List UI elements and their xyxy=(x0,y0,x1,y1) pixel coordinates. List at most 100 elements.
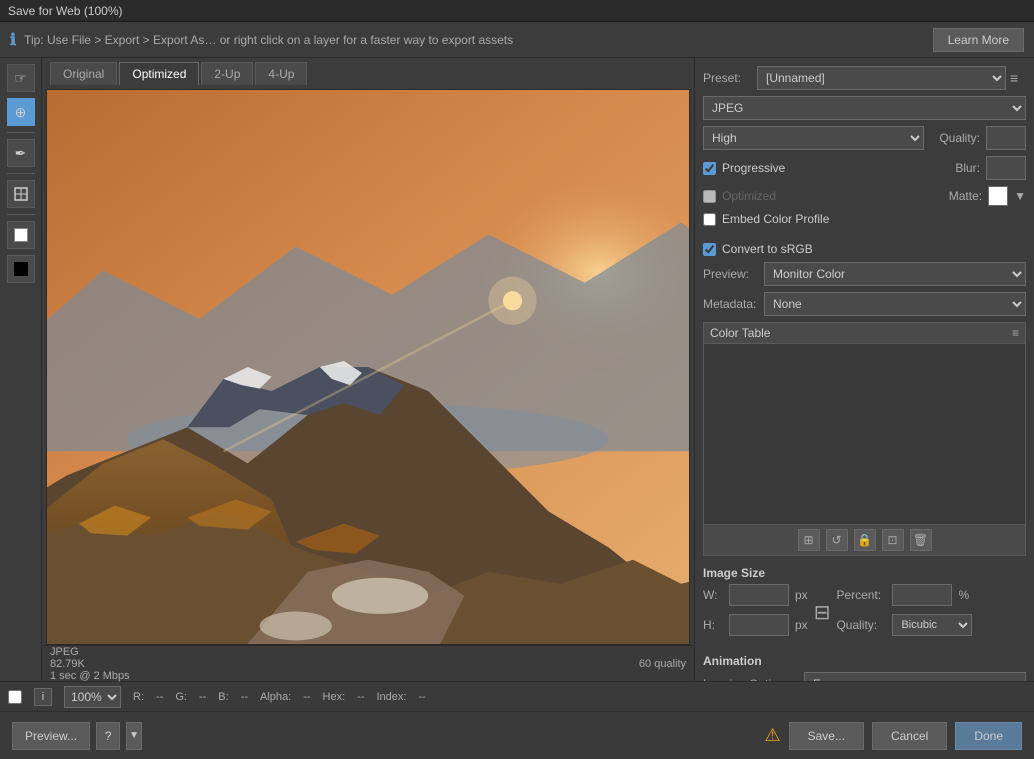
metadata-select[interactable]: None xyxy=(764,292,1026,316)
looping-row: Looping Options: Forever xyxy=(703,672,1026,681)
alpha-label: Alpha: xyxy=(260,691,291,703)
optimized-checkbox[interactable] xyxy=(703,190,716,203)
optimized-matte-row: Optimized Matte: ▼ xyxy=(703,186,1026,206)
save-button[interactable]: Save... xyxy=(789,722,864,750)
ct-add-btn[interactable]: ⊡ xyxy=(882,529,904,551)
r-value: -- xyxy=(156,691,163,703)
matte-color-swatch[interactable] xyxy=(988,186,1008,206)
preset-select[interactable]: [Unnamed] xyxy=(757,66,1006,90)
tab-2up[interactable]: 2-Up xyxy=(201,62,253,85)
metadata-label: Metadata: xyxy=(703,297,758,311)
help-button[interactable]: ? xyxy=(96,722,120,750)
progressive-label: Progressive xyxy=(722,161,785,175)
blur-label: Blur: xyxy=(950,161,980,175)
preview-checkbox[interactable] xyxy=(8,690,22,704)
canvas-image xyxy=(47,90,689,644)
tab-4up[interactable]: 4-Up xyxy=(255,62,307,85)
eyedropper-tool[interactable]: ✒ xyxy=(7,139,35,167)
preview-select[interactable]: Monitor Color xyxy=(764,262,1026,286)
preview-button[interactable]: Preview... xyxy=(12,722,90,750)
blur-input[interactable]: 0 xyxy=(986,156,1026,180)
slice-tool[interactable] xyxy=(7,180,35,208)
percent-label: Percent: xyxy=(836,588,886,602)
percent-row: Percent: 100 % xyxy=(836,584,972,606)
height-row: H: 423 px xyxy=(703,614,808,636)
index-value: -- xyxy=(418,691,425,703)
looping-select[interactable]: Forever xyxy=(804,672,1026,681)
zoom-tool[interactable]: ⊕ xyxy=(7,98,35,126)
hand-tool[interactable]: ☞ xyxy=(7,64,35,92)
link-icon[interactable]: ⊟ xyxy=(814,600,831,625)
width-row: W: 860 px xyxy=(703,584,808,606)
metadata-row: Metadata: None xyxy=(703,292,1026,316)
preset-row: Preset: [Unnamed] ≡ xyxy=(703,66,1026,90)
preset-menu-icon[interactable]: ≡ xyxy=(1010,70,1026,86)
ct-grid-btn[interactable]: ⊞ xyxy=(798,529,820,551)
ct-refresh-btn[interactable]: ↺ xyxy=(826,529,848,551)
tip-bar: ℹ Tip: Use File > Export > Export As… or… xyxy=(0,22,1034,58)
height-label: H: xyxy=(703,618,723,632)
tool-divider-3 xyxy=(7,214,35,215)
tab-optimized[interactable]: Optimized xyxy=(119,62,199,85)
width-unit: px xyxy=(795,588,808,602)
color-table-header: Color Table ≡ xyxy=(704,323,1025,344)
color-table-section: Color Table ≡ ⊞ ↺ 🔒 ⊡ 🗑 xyxy=(703,322,1026,556)
quality-label: Quality: xyxy=(930,131,980,145)
ct-delete-btn[interactable]: 🗑 xyxy=(910,529,932,551)
quality-size-row: Quality: Bicubic xyxy=(836,614,972,636)
status-bar: i 100% R: -- G: -- B: -- Alpha: -- Hex: … xyxy=(0,681,1034,711)
toggle-tool[interactable] xyxy=(7,221,35,249)
zoom-select[interactable]: 100% xyxy=(64,686,121,708)
info-icon: ℹ xyxy=(10,30,16,50)
left-toolbar: ☞ ⊕ ✒ xyxy=(0,58,42,681)
preview-icon: i xyxy=(34,688,52,706)
matte-dropdown-icon[interactable]: ▼ xyxy=(1014,189,1026,203)
progressive-checkbox[interactable] xyxy=(703,162,716,175)
preset-label: Preset: xyxy=(703,71,753,85)
embed-color-label: Embed Color Profile xyxy=(722,212,829,226)
title-bar: Save for Web (100%) xyxy=(0,0,1034,22)
height-input[interactable]: 423 xyxy=(729,614,789,636)
preview-dropdown-button[interactable]: ▼ xyxy=(126,722,142,750)
g-value: -- xyxy=(199,691,206,703)
image-info-left: JPEG 82.79K 1 sec @ 2 Mbps xyxy=(50,646,130,682)
looping-label: Looping Options: xyxy=(703,677,798,681)
quality-preset-select[interactable]: High xyxy=(703,126,924,150)
alpha-value: -- xyxy=(303,691,310,703)
title-text: Save for Web (100%) xyxy=(8,4,123,18)
image-format: JPEG xyxy=(50,646,130,658)
image-time: 1 sec @ 2 Mbps xyxy=(50,670,130,682)
bottom-right: ⚠ Save... Cancel Done xyxy=(764,722,1022,750)
preview-label: Preview: xyxy=(703,267,758,281)
preview-row: Preview: Monitor Color xyxy=(703,262,1026,286)
tool-divider-1 xyxy=(7,132,35,133)
cancel-button[interactable]: Cancel xyxy=(872,722,947,750)
quality-input[interactable]: 60 xyxy=(986,126,1026,150)
quality-size-label: Quality: xyxy=(836,618,886,632)
b-label: B: xyxy=(218,691,228,703)
matte-label: Matte: xyxy=(942,189,982,203)
image-size: 82.79K xyxy=(50,658,130,670)
percent-input[interactable]: 100 xyxy=(892,584,952,606)
g-label: G: xyxy=(175,691,187,703)
ct-lock-btn[interactable]: 🔒 xyxy=(854,529,876,551)
warning-icon: ⚠ xyxy=(764,725,780,746)
embed-color-checkbox[interactable] xyxy=(703,213,716,226)
quality-preset-row: High Quality: 60 xyxy=(703,126,1026,150)
quality-size-select[interactable]: Bicubic xyxy=(892,614,972,636)
animation-section: Animation Looping Options: Forever ⏮ ⏴ 1… xyxy=(703,650,1026,681)
canvas-container xyxy=(46,89,690,645)
format-select[interactable]: JPEG xyxy=(703,96,1026,120)
done-button[interactable]: Done xyxy=(955,722,1022,750)
image-size-section: Image Size W: 860 px H: 423 px ⊟ xyxy=(703,562,1026,644)
tab-original[interactable]: Original xyxy=(50,62,117,85)
convert-srgb-checkbox[interactable] xyxy=(703,243,716,256)
b-value: -- xyxy=(241,691,248,703)
view-tabs: Original Optimized 2-Up 4-Up xyxy=(42,58,694,85)
learn-more-button[interactable]: Learn More xyxy=(933,28,1024,52)
optimized-label: Optimized xyxy=(722,189,776,203)
bg-color-tool[interactable] xyxy=(7,255,35,283)
color-table-menu-icon[interactable]: ≡ xyxy=(1012,326,1019,340)
r-label: R: xyxy=(133,691,144,703)
width-input[interactable]: 860 xyxy=(729,584,789,606)
